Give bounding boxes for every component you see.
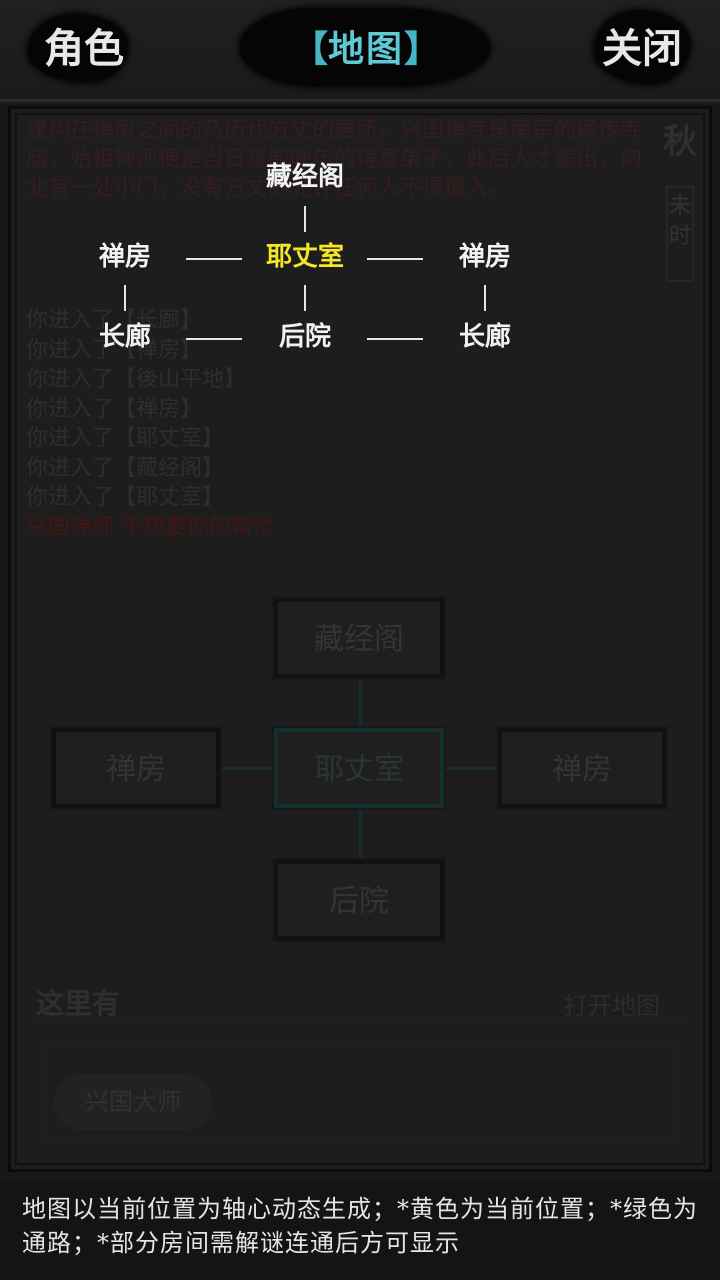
map-path (484, 285, 486, 311)
bg-room-left[interactable]: 禅房 (52, 728, 220, 808)
map-path (304, 206, 306, 232)
bg-room-right[interactable]: 禅房 (498, 728, 666, 808)
npc-button[interactable]: 兴国大师 (54, 1074, 212, 1130)
map-screen: 角色 【地图】 关闭 建构在禅房之间的乃历代方丈的居所，兴国禅寺是南宗的嫡传寺庙… (0, 0, 720, 1280)
character-button[interactable]: 角色 (34, 18, 134, 80)
open-map-button[interactable]: 打开地图 (564, 986, 660, 1021)
top-bar: 角色 【地图】 关闭 (0, 0, 720, 100)
title-bracket-left: 【 (291, 28, 328, 70)
log-line: 你进入了【藏经阁】 (26, 455, 225, 481)
map-path (124, 285, 126, 311)
log-line: 你进入了【後山平地】 (26, 367, 247, 392)
log-line: 你进入了【耶丈室】 (26, 426, 225, 451)
log-alert: 兴国禅师 不想要你的帮忙 (26, 514, 275, 540)
bg-room-bottom[interactable]: 后院 (274, 860, 444, 940)
map-path (186, 338, 242, 340)
bg-path (359, 808, 362, 860)
bg-room-current[interactable]: 耶丈室 (274, 728, 444, 808)
bg-path (444, 767, 498, 770)
map-path (186, 258, 242, 260)
divider (30, 1022, 690, 1024)
page-title: 【地图】 (250, 12, 482, 86)
title-text: 地图 (327, 28, 404, 70)
bg-path (220, 767, 274, 770)
map-node-mid-right[interactable]: 禅房 (430, 240, 540, 274)
divider (0, 99, 720, 102)
map-legend-note: 地图以当前位置为轴心动态生成；*黄色为当前位置；*绿色为通路；*部分房间需解谜连… (22, 1195, 698, 1257)
bg-path (359, 678, 362, 728)
map-node-current[interactable]: 耶丈室 (250, 240, 360, 274)
close-button[interactable]: 关闭 (592, 18, 692, 80)
map-node-mid-left[interactable]: 禅房 (70, 240, 180, 274)
time-label: 未时 (666, 186, 694, 282)
map-path (304, 285, 306, 311)
map-node-bottom-center[interactable]: 后院 (250, 320, 360, 354)
season-label: 秋 (663, 122, 697, 162)
map-node-bottom-left[interactable]: 长廊 (70, 320, 180, 354)
map-node-top[interactable]: 藏经阁 (250, 160, 360, 194)
map-node-bottom-right[interactable]: 长廊 (430, 320, 540, 354)
title-bracket-right: 】 (404, 28, 441, 70)
map-path (367, 338, 423, 340)
here-label: 这里有 (36, 987, 121, 1020)
log-line: 你进入了【禅房】 (26, 396, 203, 422)
bg-room-top[interactable]: 藏经阁 (274, 598, 444, 678)
log-line: 你进入了【耶丈室】 (26, 485, 225, 510)
map-path (367, 258, 423, 260)
